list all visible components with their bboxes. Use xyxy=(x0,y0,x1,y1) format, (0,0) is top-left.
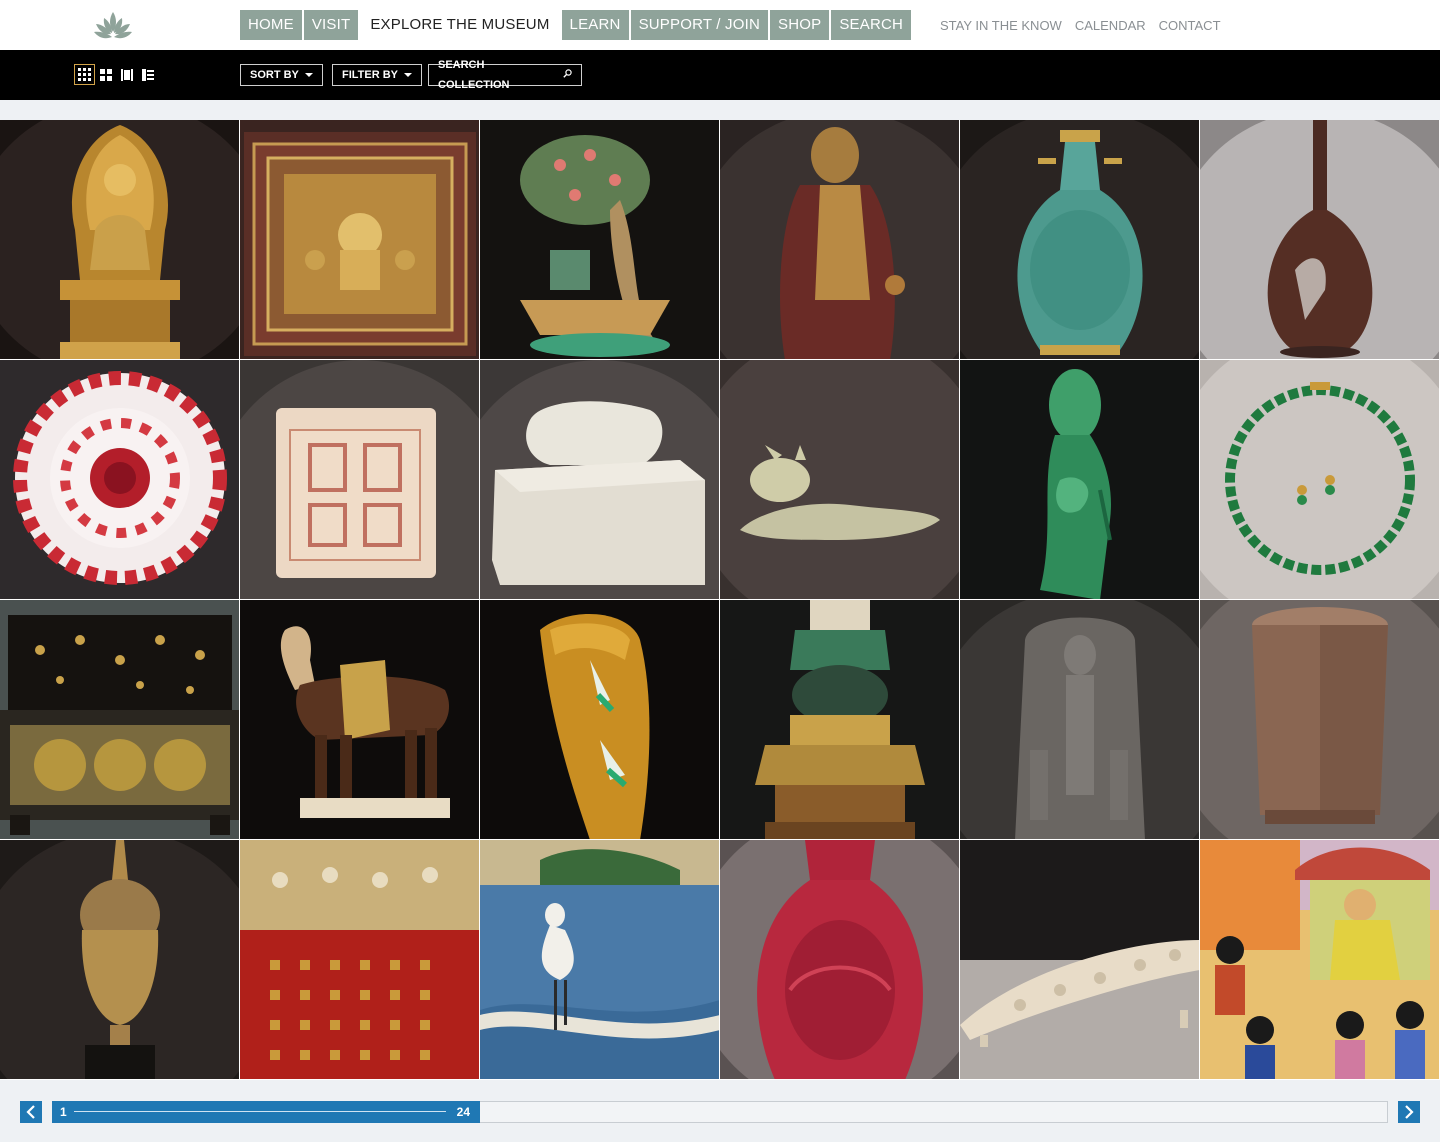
lacquer-chest-image xyxy=(0,600,239,839)
collection-tile-jade-dragon-seal[interactable] xyxy=(480,360,720,600)
chevron-left-icon xyxy=(26,1105,35,1119)
stone-seal-image xyxy=(240,360,479,599)
range-start: 1 xyxy=(60,1105,67,1119)
lotus-logo-icon[interactable] xyxy=(92,10,134,42)
collection-tile-stone-cong-vessel[interactable] xyxy=(1200,600,1440,840)
util-calendar[interactable]: CALENDAR xyxy=(1075,18,1146,33)
collection-tile-cloisonne-vase[interactable] xyxy=(960,120,1200,360)
utility-navigation: STAY IN THE KNOW CALENDAR CONTACT xyxy=(940,18,1234,33)
red-glass-dish-image xyxy=(0,360,239,599)
collection-tile-crane-folding-screen[interactable] xyxy=(480,840,720,1080)
persian-court-painting-image xyxy=(1200,840,1439,1079)
util-stay-in-the-know[interactable]: STAY IN THE KNOW xyxy=(940,18,1062,33)
collection-tile-enameled-stand-vessel[interactable] xyxy=(720,600,960,840)
collection-tile-bronze-crane-bottle-vase[interactable] xyxy=(1200,120,1440,360)
collection-tile-jade-recumbent-animal[interactable] xyxy=(720,360,960,600)
cloisonne-vase-image xyxy=(960,120,1199,359)
nav-explore-the-museum[interactable]: EXPLORE THE MUSEUM xyxy=(360,10,560,40)
caret-down-icon xyxy=(304,73,313,77)
jeweled-relief-panel-image xyxy=(240,120,479,359)
collection-tile-stone-seal[interactable] xyxy=(240,360,480,600)
filter-by-label: FILTER BY xyxy=(342,69,399,81)
main-navigation: HOME VISIT EXPLORE THE MUSEUM LEARN SUPP… xyxy=(240,10,913,40)
pagination-bar: 1 24 xyxy=(0,1080,1440,1142)
red-embroidered-textile-image xyxy=(240,840,479,1079)
collection-tile-persian-court-painting[interactable] xyxy=(1200,840,1440,1080)
search-collection-button[interactable]: SEARCH COLLECTION xyxy=(428,59,582,91)
jade-dragon-seal-image xyxy=(480,360,719,599)
view-switcher xyxy=(74,64,158,85)
range-end: 24 xyxy=(456,1105,470,1119)
collection-tile-amber-gourd-carving[interactable] xyxy=(480,600,720,840)
collection-tile-red-glass-dish[interactable] xyxy=(0,360,240,600)
list-view-icon[interactable] xyxy=(137,64,158,85)
nav-shop[interactable]: SHOP xyxy=(770,10,830,40)
sort-by-dropdown[interactable]: SORT BY xyxy=(240,64,323,86)
lacquered-monk-figure-image xyxy=(720,120,959,359)
nav-support-join[interactable]: SUPPORT / JOIN xyxy=(630,10,769,40)
collection-toolbar: SORT BY FILTER BY SEARCH COLLECTION xyxy=(0,50,1440,100)
nav-learn[interactable]: LEARN xyxy=(561,10,629,40)
sort-by-label: SORT BY xyxy=(250,69,299,81)
current-range-indicator[interactable]: 1 24 xyxy=(52,1101,480,1123)
jade-recumbent-animal-image xyxy=(720,360,959,599)
bronze-buddha-head-image xyxy=(0,840,239,1079)
grid-large-view-icon[interactable] xyxy=(95,64,116,85)
carved-ivory-tusk-image xyxy=(960,840,1199,1079)
next-page-button[interactable] xyxy=(1398,1101,1420,1123)
toolbar-spacer xyxy=(0,100,1440,120)
stone-deity-stele-image xyxy=(960,600,1199,839)
chevron-right-icon xyxy=(1405,1105,1414,1119)
previous-page-button[interactable] xyxy=(20,1101,42,1123)
search-collection-label: SEARCH COLLECTION xyxy=(438,59,510,91)
filter-by-dropdown[interactable]: FILTER BY xyxy=(332,64,423,86)
green-jade-dragon-carving-image xyxy=(960,360,1199,599)
site-header: HOME VISIT EXPLORE THE MUSEUM LEARN SUPP… xyxy=(0,0,1440,50)
collection-tile-stone-deity-stele[interactable] xyxy=(960,600,1200,840)
collection-tile-sancai-glazed-horse[interactable] xyxy=(240,600,480,840)
nav-visit[interactable]: VISIT xyxy=(303,10,359,40)
bronze-crane-bottle-vase-image xyxy=(1200,120,1439,359)
enameled-stand-vessel-image xyxy=(720,600,959,839)
jade-bead-necklace-image xyxy=(1200,360,1439,599)
carved-cinnabar-vase-image xyxy=(720,840,959,1079)
stone-cong-vessel-image xyxy=(1200,600,1439,839)
collection-tile-green-jade-dragon-carving[interactable] xyxy=(960,360,1200,600)
collection-tile-gilt-bronze-deity-shrine[interactable] xyxy=(0,120,240,360)
collection-tile-jeweled-relief-panel[interactable] xyxy=(240,120,480,360)
gilt-bronze-deity-shrine-image xyxy=(0,120,239,359)
grid-small-view-icon[interactable] xyxy=(74,64,95,85)
caret-down-icon xyxy=(404,73,413,77)
collection-tile-red-embroidered-textile[interactable] xyxy=(240,840,480,1080)
collection-tile-carved-cinnabar-vase[interactable] xyxy=(720,840,960,1080)
amber-gourd-carving-image xyxy=(480,600,719,839)
collection-tile-carved-ivory-tusk[interactable] xyxy=(960,840,1200,1080)
collection-tile-jade-bead-necklace[interactable] xyxy=(1200,360,1440,600)
jade-tree-boat-sculpture-image xyxy=(480,120,719,359)
util-contact[interactable]: CONTACT xyxy=(1159,18,1221,33)
single-view-icon[interactable] xyxy=(116,64,137,85)
collection-tile-jade-tree-boat-sculpture[interactable] xyxy=(480,120,720,360)
collection-tile-bronze-buddha-head[interactable] xyxy=(0,840,240,1080)
collection-tile-lacquer-chest[interactable] xyxy=(0,600,240,840)
crane-folding-screen-image xyxy=(480,840,719,1079)
collection-grid xyxy=(0,120,1440,1080)
range-line xyxy=(74,1111,446,1112)
search-icon xyxy=(563,65,572,85)
nav-home[interactable]: HOME xyxy=(240,10,302,40)
nav-search[interactable]: SEARCH xyxy=(831,10,912,40)
sancai-glazed-horse-image xyxy=(240,600,479,839)
collection-tile-lacquered-monk-figure[interactable] xyxy=(720,120,960,360)
